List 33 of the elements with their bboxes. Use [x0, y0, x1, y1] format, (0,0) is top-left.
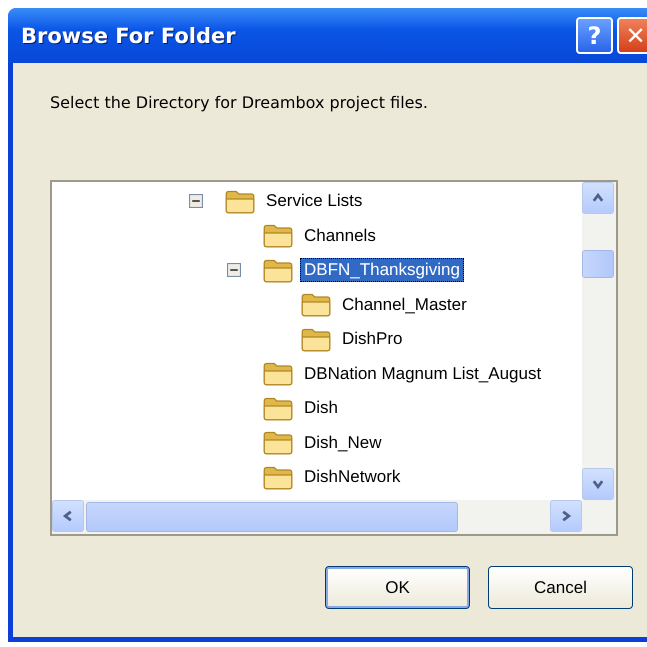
- folder-icon: [263, 396, 293, 421]
- scroll-down-icon[interactable]: [582, 468, 614, 500]
- scroll-thumb[interactable]: [86, 502, 458, 532]
- close-button[interactable]: ✕: [617, 17, 647, 54]
- tree-item[interactable]: Service Lists: [262, 189, 366, 214]
- cancel-button[interactable]: Cancel: [488, 566, 633, 609]
- collapse-icon[interactable]: [227, 263, 241, 278]
- tree-item[interactable]: DishPro: [338, 327, 406, 352]
- tree-item[interactable]: DishNetwork: [300, 465, 404, 490]
- prompt-text: Select the Directory for Dreambox project files.: [50, 93, 429, 112]
- scroll-thumb[interactable]: [582, 250, 614, 278]
- folder-icon: [301, 292, 331, 318]
- folder-icon: [263, 258, 293, 283]
- folder-icon: [263, 361, 293, 386]
- tree-item[interactable]: DBNation Magnum List_August: [300, 362, 546, 386]
- window-title: Browse For Folder: [21, 24, 237, 48]
- tree-item[interactable]: Channel_Master: [338, 292, 471, 317]
- tree-item[interactable]: Dish: [300, 396, 342, 420]
- folder-icon: [225, 188, 255, 214]
- ok-button[interactable]: OK: [325, 566, 470, 609]
- tree-item[interactable]: DBFN_Thanksgiving: [300, 258, 464, 282]
- folder-icon: [263, 223, 293, 248]
- scroll-up-icon[interactable]: [582, 182, 614, 214]
- folder-icon: [263, 464, 293, 490]
- horizontal-scrollbar[interactable]: [52, 500, 616, 534]
- folder-icon: [263, 430, 293, 456]
- scroll-right-icon[interactable]: [550, 500, 582, 532]
- tree-item[interactable]: Dish_New: [300, 430, 386, 455]
- vertical-scrollbar[interactable]: [582, 182, 616, 500]
- tree-item[interactable]: Channels: [300, 224, 380, 248]
- folder-icon: [301, 326, 331, 352]
- collapse-icon[interactable]: [189, 194, 203, 208]
- scroll-left-icon[interactable]: [52, 500, 84, 532]
